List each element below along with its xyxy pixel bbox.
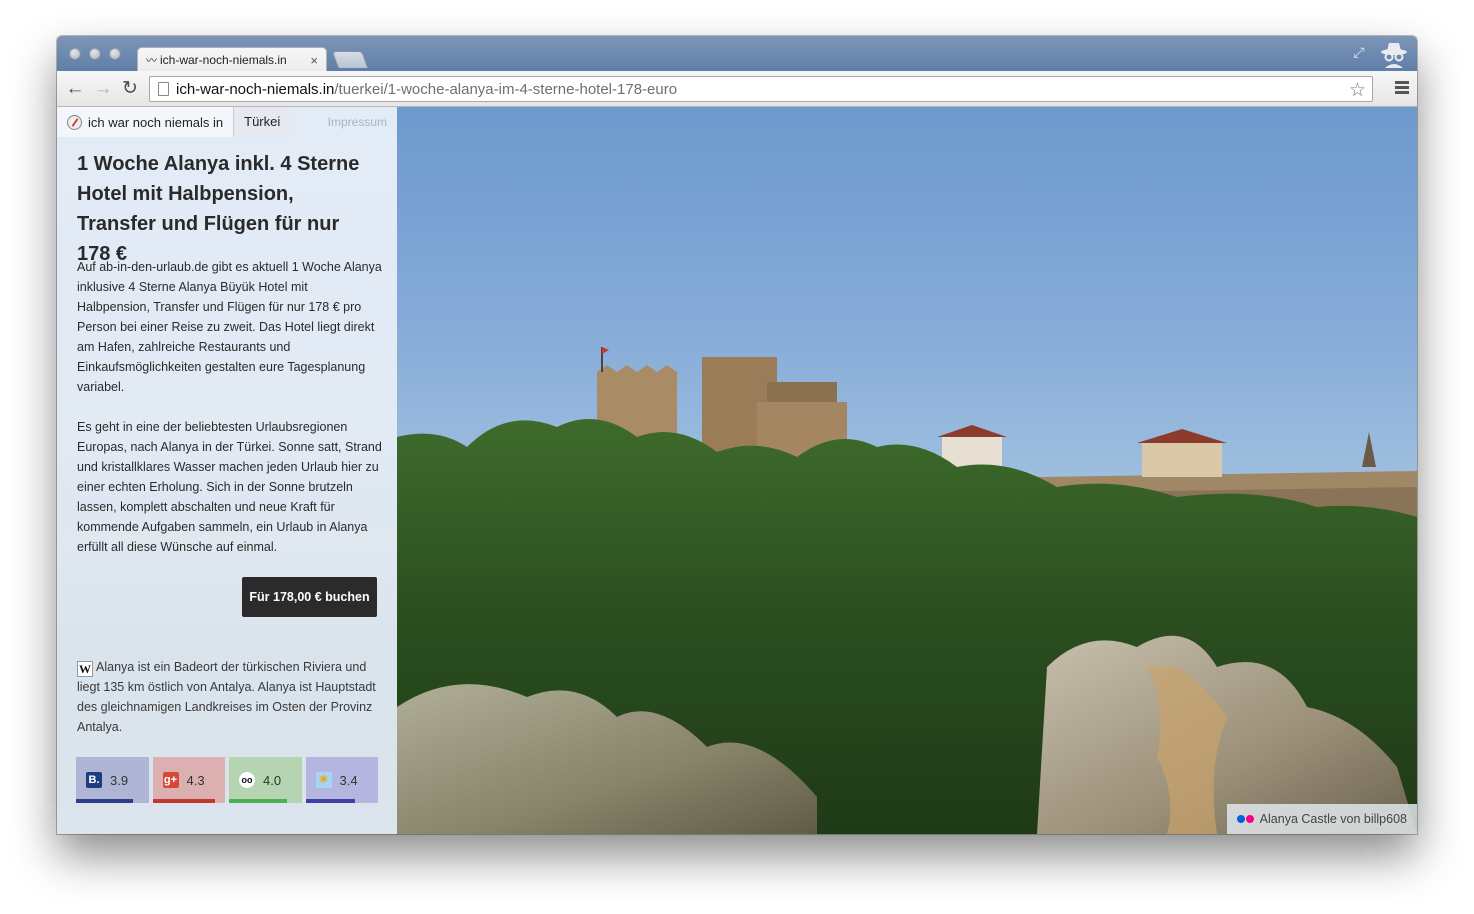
impressum-link[interactable]: Impressum <box>328 115 397 129</box>
zoom-window-button[interactable] <box>109 48 121 60</box>
rating-tripadvisor[interactable]: oo 4.0 <box>229 757 302 803</box>
close-window-button[interactable] <box>69 48 81 60</box>
bookmark-star-icon[interactable]: ☆ <box>1349 79 1366 102</box>
rating-score: 3.4 <box>339 772 358 788</box>
browser-tab[interactable]: 〰 ich-war-noch-niemals.in × <box>137 47 327 72</box>
article-paragraph-1: Auf ab-in-den-urlaub.de gibt es aktuell … <box>77 260 382 394</box>
reload-icon[interactable]: ↻ <box>120 79 140 99</box>
rating-google-plus[interactable]: g+ 4.3 <box>152 757 225 803</box>
address-bar[interactable]: ich-war-noch-niemals.in/tuerkei/1-woche-… <box>149 76 1373 102</box>
tab-strip: 〰 ich-war-noch-niemals.in × ⤢ <box>57 36 1417 72</box>
menu-icon[interactable] <box>1395 81 1409 95</box>
rating-score: 3.9 <box>110 772 129 788</box>
browser-toolbar: ← → ↻ ich-war-noch-niemals.in/tuerkei/1-… <box>57 71 1417 107</box>
wikipedia-excerpt: W Alanya ist ein Badeort der türkischen R… <box>77 657 382 737</box>
url-host: ich-war-noch-niemals.in <box>176 80 335 98</box>
rating-bar <box>76 799 133 803</box>
incognito-icon <box>1381 43 1407 68</box>
country-link[interactable]: Türkei <box>233 107 291 137</box>
flickr-icon <box>1236 815 1254 823</box>
rating-bar <box>305 799 355 803</box>
wikipedia-icon[interactable]: W <box>77 661 93 677</box>
browser-window: 〰 ich-war-noch-niemals.in × ⤢ ← → ↻ ich-… <box>57 36 1417 834</box>
home-label: ich war noch niemals in <box>88 114 224 130</box>
rating-bar <box>229 799 287 803</box>
tripadvisor-icon: oo <box>239 772 255 788</box>
page-icon <box>158 82 169 96</box>
new-tab-button[interactable] <box>331 51 369 68</box>
forward-arrow-icon[interactable]: → <box>93 79 113 99</box>
compass-icon <box>67 114 82 130</box>
article-title: 1 Woche Alanya inkl. 4 Sterne Hotel mit … <box>77 153 360 265</box>
minimize-window-button[interactable] <box>89 48 101 60</box>
url-path: /tuerkei/1-woche-alanya-im-4-sterne-hote… <box>334 80 678 98</box>
tab-close-icon[interactable]: × <box>310 53 318 68</box>
photo-credit[interactable]: Alanya Castle von billp608 <box>1226 804 1417 834</box>
rating-score: 4.3 <box>186 772 205 788</box>
tab-title: ich-war-noch-niemals.in <box>160 53 287 67</box>
site-nav: ich war noch niemals in Türkei Impressum <box>57 107 397 137</box>
article-paragraph-2: Es geht in eine der beliebtesten Urlaubs… <box>77 420 382 554</box>
ratings: B. 3.9 g+ 4.3 oo 4.0 ☀ 3.4 <box>76 757 378 803</box>
back-arrow-icon[interactable]: ← <box>65 79 85 99</box>
fullscreen-icon[interactable]: ⤢ <box>1351 44 1367 60</box>
home-link[interactable]: ich war noch niemals in <box>57 107 234 137</box>
holidaycheck-icon: ☀ <box>315 772 332 788</box>
book-button[interactable]: Für 178,00 € buchen <box>242 577 377 617</box>
rating-bar <box>152 799 215 803</box>
mustache-icon: 〰 <box>146 55 157 67</box>
wikipedia-text: Alanya ist ein Badeort der türkischen Ri… <box>77 660 376 734</box>
rating-booking[interactable]: B. 3.9 <box>76 757 149 803</box>
booking-icon: B. <box>86 772 102 788</box>
google-plus-icon: g+ <box>162 772 179 788</box>
photo-credit-text: Alanya Castle von billp608 <box>1259 812 1407 826</box>
rating-score: 4.0 <box>263 772 282 788</box>
web-page: ich war noch niemals in Türkei Impressum… <box>57 107 1417 834</box>
sidebar: ich war noch niemals in Türkei Impressum… <box>57 107 397 834</box>
rating-holidaycheck[interactable]: ☀ 3.4 <box>305 757 378 803</box>
